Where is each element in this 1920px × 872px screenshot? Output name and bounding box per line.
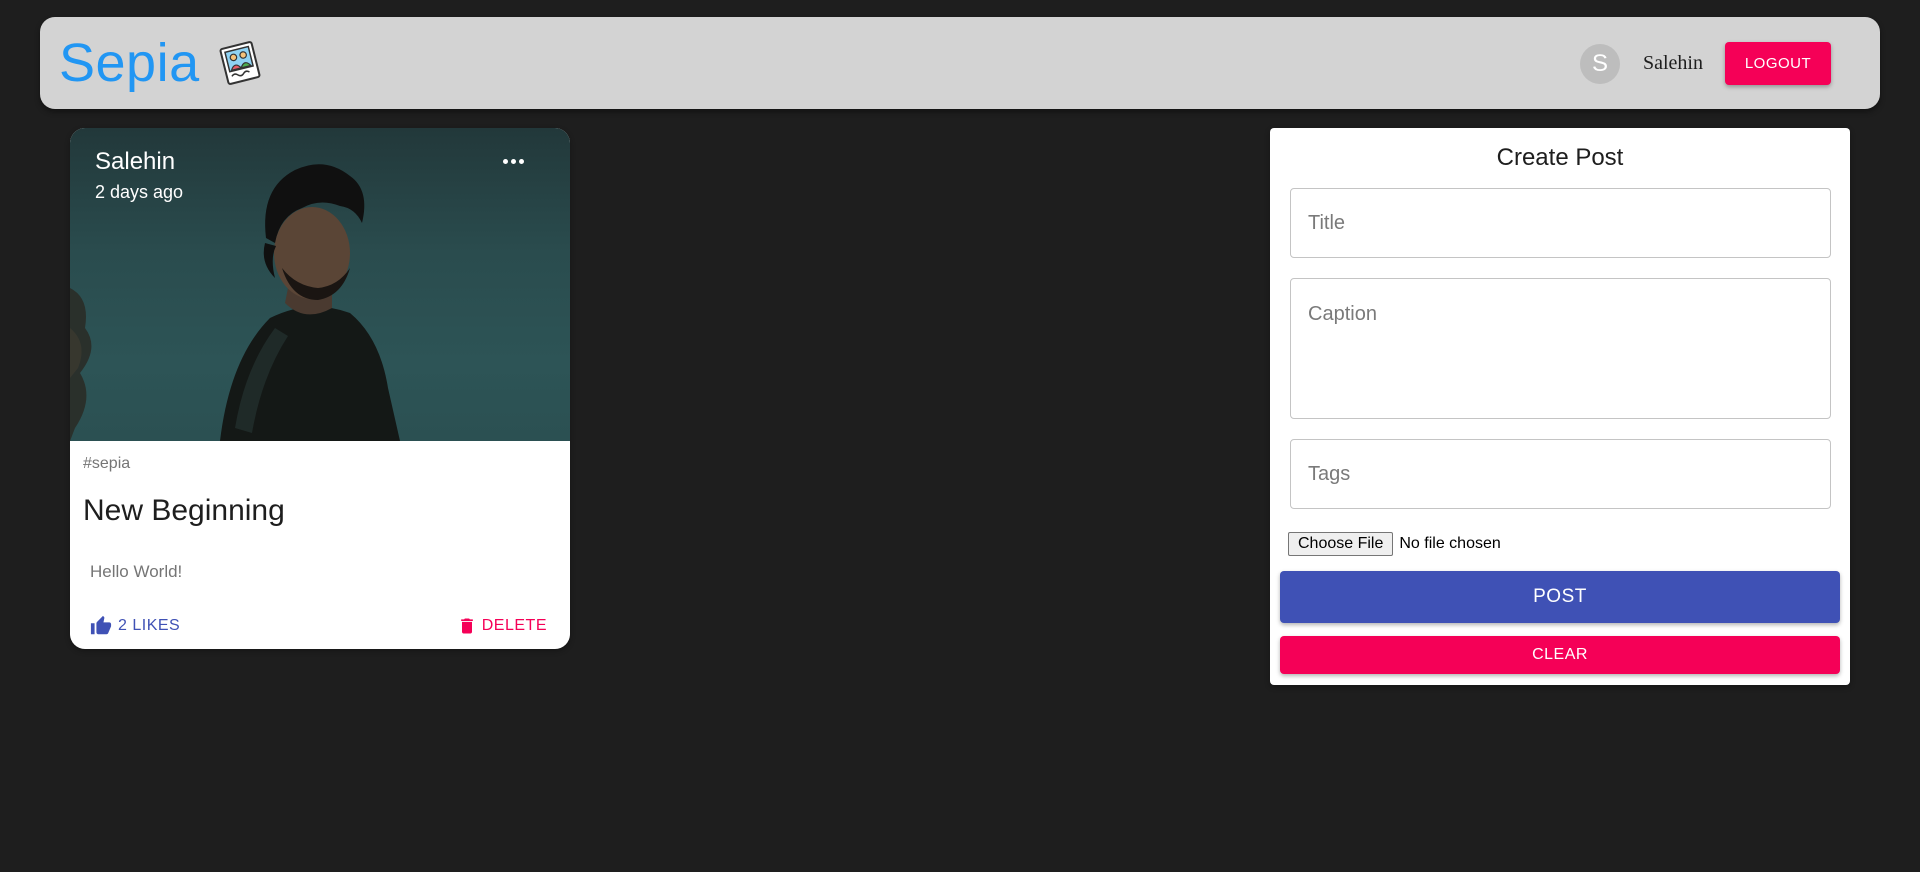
like-label: 2 LIKES [118,617,181,634]
post-author: Salehin [95,148,176,175]
post-card: Salehin 2 days ago #sepia New Beginning … [70,128,570,649]
title-input[interactable] [1290,188,1831,258]
tags-input[interactable] [1290,439,1831,509]
user-area: S Salehin LOGOUT [1580,42,1831,85]
avatar[interactable]: S [1580,43,1620,84]
post-tags: #sepia [83,455,131,472]
post-image: Salehin 2 days ago [70,128,570,441]
brand-title: Sepia [59,33,200,93]
like-button[interactable]: 2 LIKES [90,611,180,641]
post-title: New Beginning [83,494,285,527]
post-message: Hello World! [90,562,183,581]
delete-label: DELETE [481,617,547,634]
trash-icon [460,618,473,634]
post-submit-button[interactable]: POST [1280,571,1840,623]
photo-memories-icon [219,41,261,85]
delete-button[interactable]: DELETE [457,611,547,641]
create-post-form: Create Post Choose File No file chosen P… [1270,128,1850,685]
form-heading: Create Post [1496,144,1624,171]
post-timestamp: 2 days ago [95,182,184,202]
more-dot [510,158,516,164]
username: Salehin [1643,52,1703,74]
file-picker: Choose File No file chosen [1288,532,1501,556]
brand-home-link[interactable]: Sepia [59,31,264,95]
more-dot [502,158,508,164]
clear-button[interactable]: CLEAR [1280,636,1840,674]
file-status: No file chosen [1399,535,1501,552]
logout-button[interactable]: LOGOUT [1725,42,1831,85]
app-bar: Sepia S Salehin LOGOUT [40,17,1880,109]
choose-file-button[interactable]: Choose File [1288,532,1394,556]
more-dot [518,158,524,164]
caption-input[interactable] [1290,278,1831,419]
more-horizontal-icon[interactable] [493,148,533,174]
thumb-up-icon [90,615,112,635]
